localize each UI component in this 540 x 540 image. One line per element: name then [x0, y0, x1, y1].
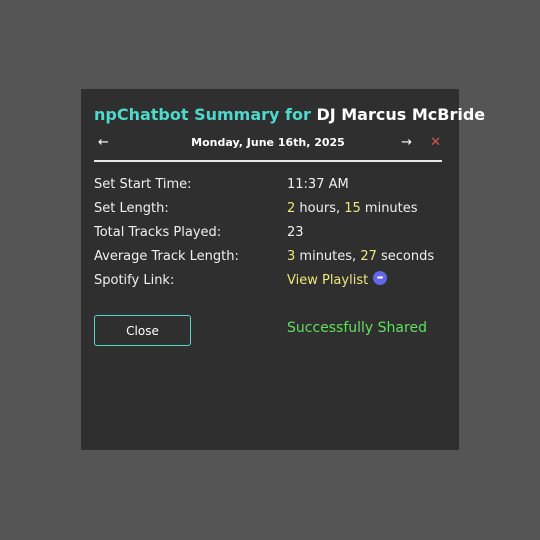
share-icon[interactable]: ➦	[373, 270, 388, 285]
set-length-hours-unit: hours,	[295, 201, 345, 216]
average-track-length-label: Average Track Length:	[94, 249, 239, 264]
dj-name: DJ Marcus McBride	[316, 105, 486, 124]
start-time-value: 11:37 AM	[287, 177, 349, 192]
view-playlist-link[interactable]: View Playlist	[287, 273, 368, 288]
set-length-value: 2 hours, 15 minutes	[287, 201, 418, 216]
set-length-minutes: 15	[344, 201, 361, 216]
close-button[interactable]: Close	[94, 315, 191, 346]
average-track-length-value: 3 minutes, 27 seconds	[287, 249, 434, 264]
average-minutes-unit: minutes,	[295, 249, 361, 264]
set-length-row: Set Length: 2 hours, 15 minutes	[94, 201, 442, 219]
start-time-row: Set Start Time: 11:37 AM	[94, 177, 442, 195]
tracks-played-row: Total Tracks Played: 23	[94, 225, 442, 243]
set-length-minutes-unit: minutes	[360, 201, 418, 216]
header-divider	[94, 160, 442, 162]
spotify-link-value: View Playlist ➦	[287, 270, 388, 288]
average-track-length-row: Average Track Length: 3 minutes, 27 seco…	[94, 249, 442, 267]
average-seconds: 27	[360, 249, 377, 264]
summary-panel: npChatbot Summary for DJ Marcus McBride …	[81, 89, 485, 450]
spotify-link-label: Spotify Link:	[94, 273, 175, 288]
tracks-played-label: Total Tracks Played:	[94, 225, 222, 240]
next-day-icon[interactable]: →	[401, 135, 412, 150]
session-date: Monday, June 16th, 2025	[191, 136, 345, 149]
set-length-label: Set Length:	[94, 201, 169, 216]
panel-title: npChatbot Summary for DJ Marcus McBride	[94, 105, 485, 124]
date-navigation: ← Monday, June 16th, 2025 → ✕	[94, 135, 442, 153]
share-status-text: Successfully Shared	[287, 320, 427, 336]
average-seconds-unit: seconds	[376, 249, 435, 264]
title-prefix: npChatbot Summary for	[94, 105, 311, 124]
close-icon[interactable]: ✕	[430, 135, 441, 150]
spotify-link-row: Spotify Link: View Playlist ➦	[94, 270, 442, 291]
tracks-played-value: 23	[287, 225, 304, 240]
start-time-label: Set Start Time:	[94, 177, 192, 192]
